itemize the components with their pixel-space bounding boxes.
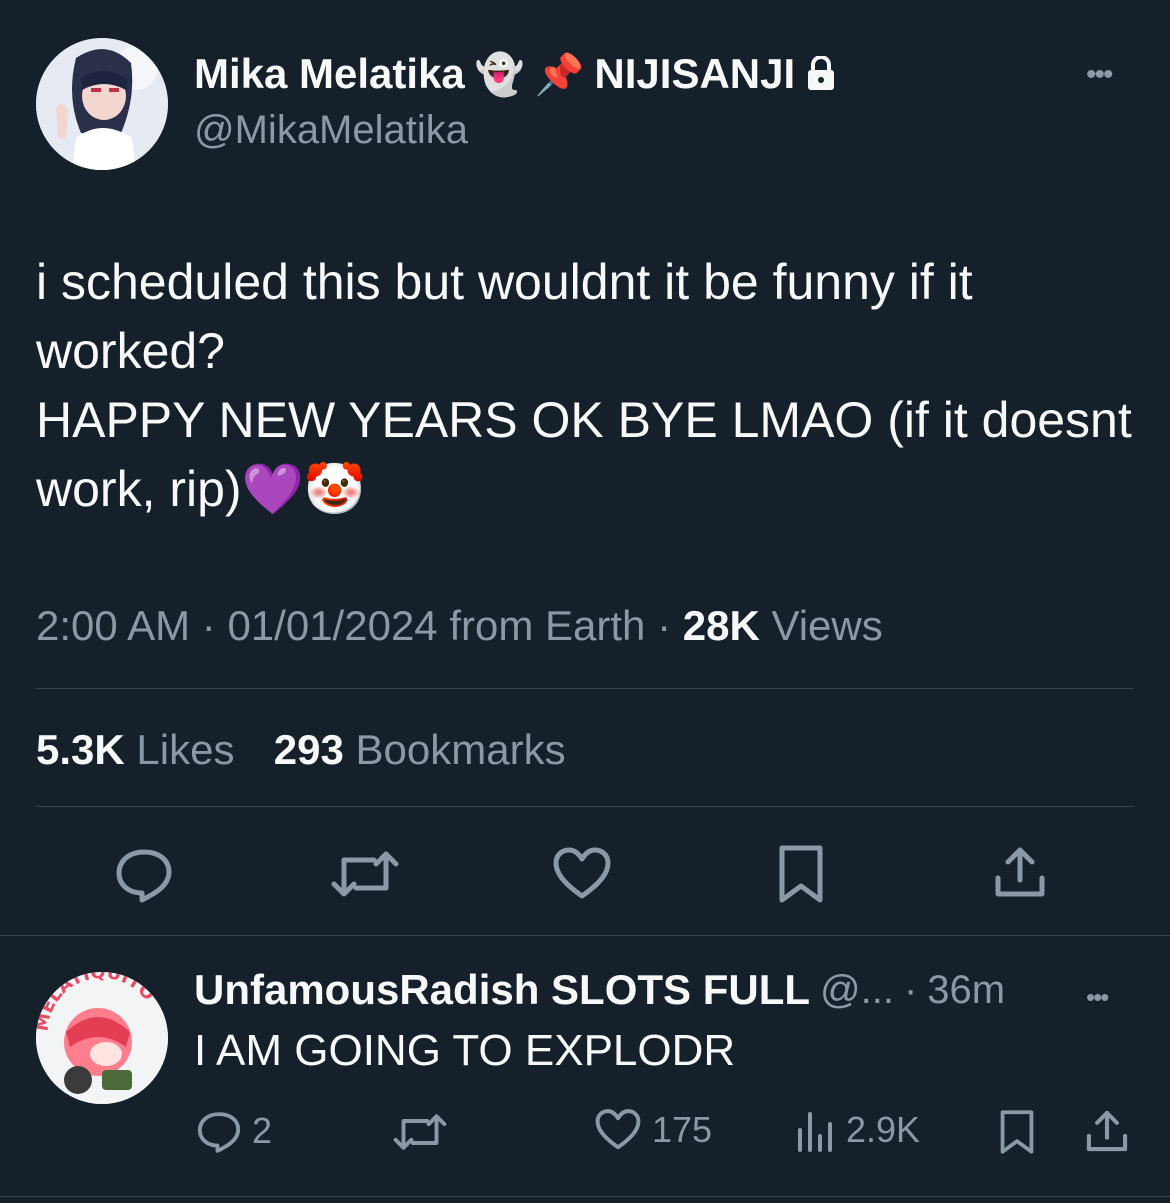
tweet-text-line: worked? [36, 323, 225, 379]
retweet-icon[interactable] [330, 846, 400, 902]
divider [0, 935, 1170, 936]
like-icon[interactable] [552, 846, 612, 902]
retweet-icon [392, 1110, 448, 1154]
bookmarks-stat[interactable]: 293 Bookmarks [274, 726, 566, 773]
tweet-time[interactable]: 2:00 AM [36, 602, 190, 649]
reply-reply-button[interactable]: 2 [196, 1108, 272, 1154]
dot-separator: · [657, 602, 672, 649]
reply-count: 2 [252, 1110, 273, 1151]
author-handle[interactable]: @MikaMelatika [194, 108, 468, 153]
reply-more-icon[interactable]: ••• [1086, 982, 1109, 1013]
bookmarks-count: 293 [273, 726, 344, 773]
tweet-text-line: work, rip)💜🤡 [36, 455, 1146, 524]
tweet-text: i scheduled this but wouldnt it be funny… [36, 248, 1146, 524]
views-label: Views [771, 602, 883, 649]
clown-emoji: 🤡 [303, 461, 367, 517]
reply-retweet-button[interactable] [392, 1110, 448, 1154]
lock-icon [805, 56, 837, 92]
reply-author-name[interactable]: UnfamousRadish SLOTS FULL [194, 966, 810, 1014]
views-count: 2.9K [846, 1109, 921, 1150]
reply-author-handle[interactable]: @... [820, 968, 894, 1013]
more-icon[interactable]: ••• [1086, 58, 1113, 92]
tweet-date[interactable]: 01/01/2024 from Earth [227, 602, 645, 649]
dot-separator: · [903, 967, 918, 1012]
ghost-emoji: 👻 [474, 52, 525, 97]
divider [0, 1196, 1170, 1197]
reply-icon [196, 1108, 242, 1154]
tweet-meta: 2:00 AM · 01/01/2024 from Earth · 28K Vi… [36, 602, 883, 650]
dot-separator: · [201, 602, 216, 649]
tweet-text-line: i scheduled this but wouldnt it be funny… [36, 254, 973, 310]
reply-bookmark-icon[interactable] [998, 1108, 1036, 1156]
reply-time[interactable]: 36m [927, 968, 1005, 1013]
reply-like-button[interactable]: 175 [594, 1108, 712, 1152]
like-count: 175 [652, 1109, 713, 1150]
divider [36, 806, 1134, 807]
author-avatar[interactable] [36, 38, 168, 170]
reply-author-avatar[interactable]: MELATIQUITO [36, 972, 168, 1104]
divider [36, 688, 1134, 689]
tweet-text-last: work, rip) [36, 461, 242, 517]
purple-heart-emoji: 💜 [241, 461, 304, 517]
bookmarks-label: Bookmarks [355, 726, 566, 773]
likes-count: 5.3K [36, 726, 125, 773]
author-suffix[interactable]: NIJISANJI [594, 50, 795, 98]
reply-share-icon[interactable] [1084, 1108, 1130, 1154]
share-icon[interactable] [992, 844, 1048, 900]
bookmark-icon[interactable] [776, 844, 826, 904]
views-count: 28K [682, 602, 760, 649]
reply-views-button[interactable]: 2.9K [796, 1108, 920, 1152]
reply-icon[interactable] [114, 844, 174, 904]
pin-emoji: 📌 [534, 52, 585, 97]
tweet-text-line: HAPPY NEW YEARS OK BYE LMAO (if it doesn… [36, 392, 1132, 448]
like-icon [594, 1108, 642, 1152]
author-name[interactable]: Mika Melatika [194, 50, 465, 98]
likes-label: Likes [136, 726, 235, 773]
reply-text: I AM GOING TO EXPLODR [194, 1026, 736, 1075]
likes-stat[interactable]: 5.3K Likes [36, 726, 234, 773]
views-icon [796, 1108, 836, 1152]
engagement-stats: 5.3K Likes 293 Bookmarks [36, 726, 566, 774]
